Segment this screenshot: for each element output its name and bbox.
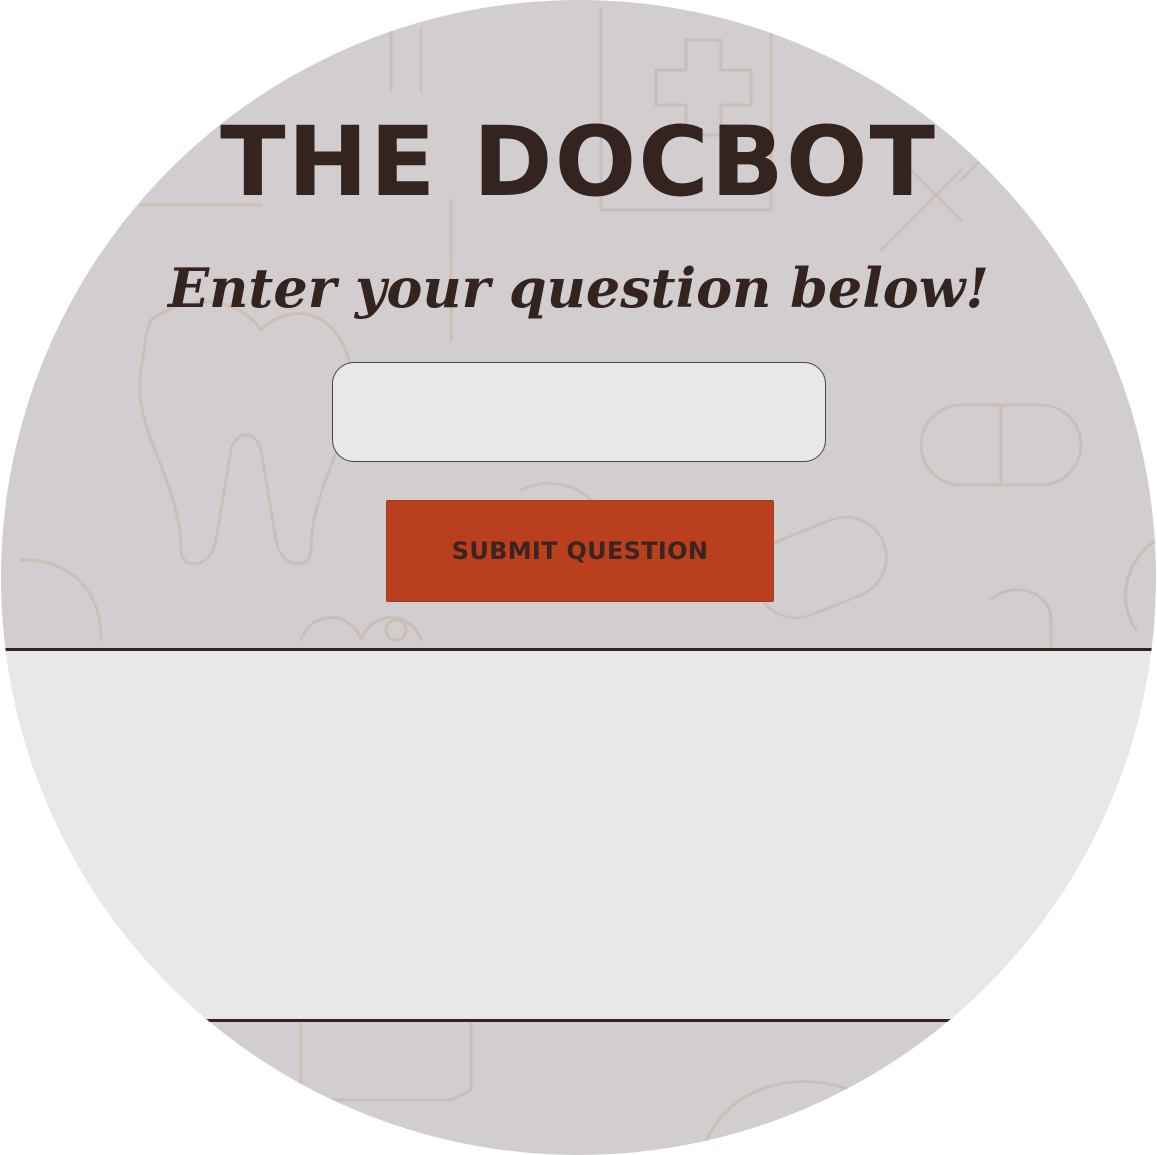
- page-subtitle: Enter your question below!: [167, 256, 990, 320]
- answer-panel: [1, 648, 1156, 1022]
- submit-question-button[interactable]: SUBMIT QUESTION: [386, 500, 774, 602]
- pill-icon: [754, 515, 888, 620]
- question-input[interactable]: [332, 362, 826, 462]
- stethoscope-icon: [19, 558, 103, 642]
- tooth-icon: [138, 300, 354, 566]
- clipboard-icon: [299, 1018, 473, 1155]
- page-title: THE DOCBOT: [220, 106, 937, 218]
- pill-icon: [919, 403, 1083, 487]
- docbot-page: THE DOCBOT Enter your question below! SU…: [1, 0, 1156, 1155]
